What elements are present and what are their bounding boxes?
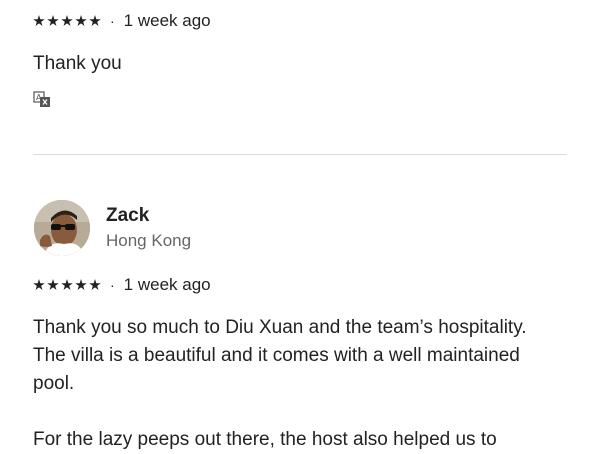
review-date: 1 week ago xyxy=(123,275,211,294)
review-date: 1 week ago xyxy=(123,11,211,30)
star-icon xyxy=(33,15,45,26)
translate-icon[interactable]: A xyxy=(33,91,51,108)
star-icon xyxy=(47,15,59,26)
avatar[interactable] xyxy=(34,200,90,256)
star-icon xyxy=(89,15,101,26)
review-text: Thank you so much to Diu Xuan and the te… xyxy=(33,314,573,454)
star-rating xyxy=(33,279,101,291)
reviewer-name[interactable]: Zack xyxy=(106,205,149,227)
star-icon xyxy=(61,15,73,26)
review-rating: · 1 week ago xyxy=(33,275,211,295)
star-icon xyxy=(75,279,87,290)
star-icon xyxy=(89,279,101,290)
star-icon xyxy=(61,279,73,290)
review-text: Thank you xyxy=(33,53,122,74)
separator-dot: · xyxy=(110,13,115,29)
divider xyxy=(33,154,567,155)
star-rating xyxy=(33,15,101,27)
review-text-line: pool. xyxy=(33,373,75,394)
star-icon xyxy=(75,15,87,26)
review-text-line: Thank you so much to Diu Xuan and the te… xyxy=(33,317,527,338)
separator-dot: · xyxy=(110,277,115,293)
star-icon xyxy=(47,279,59,290)
reviewer-location: Hong Kong xyxy=(106,231,192,250)
review-rating: · 1 week ago xyxy=(33,11,211,31)
review-text-line: The villa is a beautiful and it comes wi… xyxy=(33,345,520,366)
svg-text:A: A xyxy=(36,93,42,102)
star-icon xyxy=(33,279,45,290)
